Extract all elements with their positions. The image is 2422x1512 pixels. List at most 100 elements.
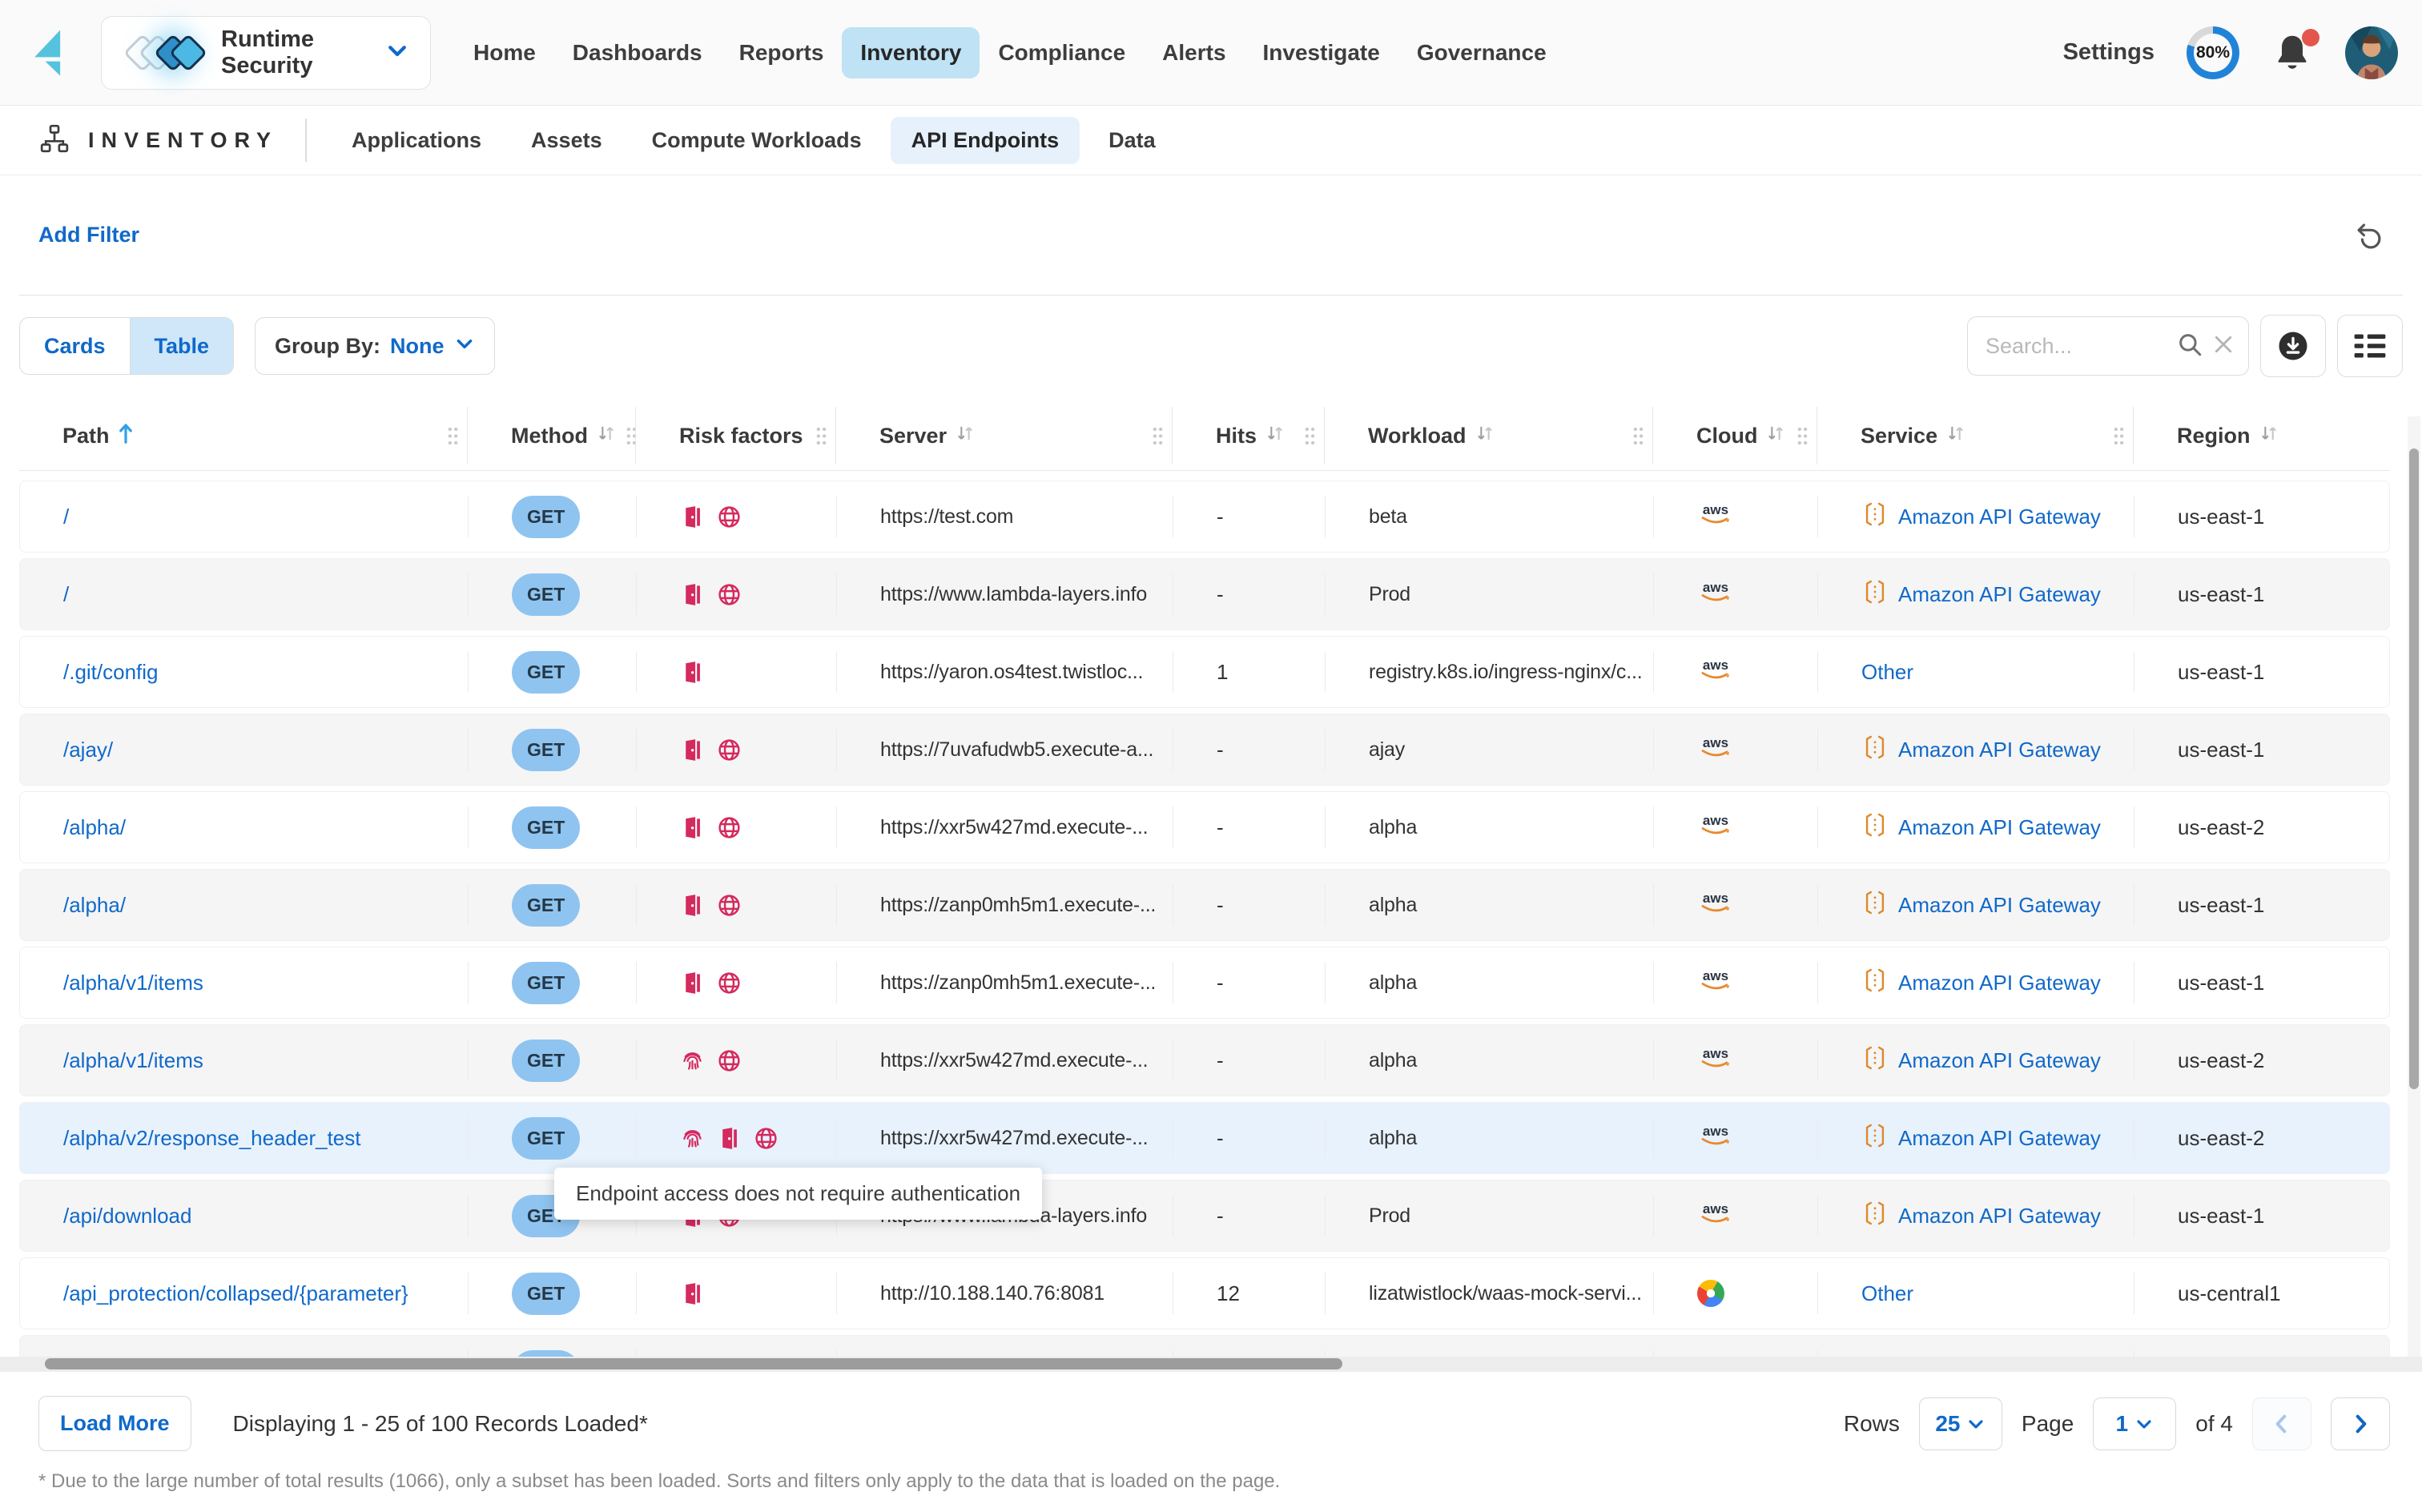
nav-item-compliance[interactable]: Compliance [980,27,1144,78]
page-select[interactable]: 1 [2093,1397,2176,1450]
path-link[interactable]: / [63,505,69,529]
globe-icon[interactable] [754,1126,778,1151]
table-row[interactable]: /api/download GET https://www.lambda-lay… [19,1180,2390,1252]
sort-icon[interactable] [1945,422,1966,450]
door-open-icon[interactable] [680,660,705,685]
service-link[interactable]: Amazon API Gateway [1898,893,2101,918]
column-header-method[interactable]: Method [468,401,636,470]
nav-item-alerts[interactable]: Alerts [1144,27,1244,78]
service-link[interactable]: Amazon API Gateway [1898,815,2101,840]
door-open-icon[interactable] [680,815,705,840]
service-link[interactable]: Amazon API Gateway [1898,738,2101,762]
path-link[interactable]: /alpha/ [63,893,126,918]
tab-applications[interactable]: Applications [331,117,502,164]
table-row[interactable]: / GET https://test.com - beta aws Amazon… [19,481,2390,553]
globe-icon[interactable] [717,738,742,762]
drag-dots-icon[interactable] [1303,425,1317,447]
sort-icon[interactable] [1265,422,1285,450]
globe-icon[interactable] [717,505,742,529]
reset-filters-icon[interactable] [2353,220,2384,251]
vertical-scrollbar[interactable] [2408,416,2420,1357]
credits-progress-ring[interactable]: 80% [2187,26,2239,79]
service-link[interactable]: Amazon API Gateway [1898,505,2101,529]
drag-dots-icon[interactable] [2112,425,2126,447]
group-by-dropdown[interactable]: Group By: None [255,317,495,375]
search-icon[interactable] [2176,331,2203,362]
drag-dots-icon[interactable] [815,425,828,447]
column-header-workload[interactable]: Workload [1325,401,1653,470]
vertical-scrollbar-thumb[interactable] [2409,448,2419,1089]
table-row[interactable]: /alpha/v2/response_header_test GET https… [19,1102,2390,1174]
search-input[interactable] [1985,334,2168,359]
door-open-icon[interactable] [680,582,705,607]
drag-dots-icon[interactable] [1151,425,1165,447]
nav-item-inventory[interactable]: Inventory [842,27,980,78]
globe-icon[interactable] [717,971,742,995]
nav-item-investigate[interactable]: Investigate [1245,27,1398,78]
path-link[interactable]: / [63,582,69,607]
manage-columns-button[interactable] [2337,315,2403,377]
table-row[interactable]: /api_protection/collapsed/{parameter} GE… [19,1257,2390,1329]
drag-dots-icon[interactable] [446,425,460,447]
load-more-button[interactable]: Load More [38,1396,191,1451]
notifications-bell-icon[interactable] [2271,32,2313,74]
path-link[interactable]: /api_protection/collapsed/{parameter} [63,1281,408,1306]
nav-item-governance[interactable]: Governance [1398,27,1565,78]
rows-per-page-select[interactable]: 25 [1919,1397,2002,1450]
service-link[interactable]: Amazon API Gateway [1898,1048,2101,1073]
sort-icon[interactable] [1765,422,1786,450]
view-option-table[interactable]: Table [130,318,234,374]
product-switcher[interactable]: Runtime Security [101,16,431,90]
horizontal-scrollbar-thumb[interactable] [45,1358,1342,1369]
nav-item-dashboards[interactable]: Dashboards [554,27,721,78]
column-header-risk-factors[interactable]: Risk factors [636,401,836,470]
add-filter-button[interactable]: Add Filter [38,223,139,247]
sort-icon[interactable] [1475,422,1495,450]
sort-icon[interactable] [955,422,976,450]
table-row[interactable]: /ajay/ GET https://7uvafudwb5.execute-a.… [19,714,2390,786]
download-button[interactable] [2260,315,2326,377]
service-link[interactable]: Amazon API Gateway [1898,1126,2101,1151]
user-avatar[interactable] [2345,26,2398,79]
fingerprint-icon[interactable] [680,1048,705,1073]
door-open-icon[interactable] [680,505,705,529]
column-header-path[interactable]: Path [19,401,468,470]
column-header-service[interactable]: Service [1817,401,2134,470]
path-link[interactable]: /alpha/ [63,815,126,840]
table-row[interactable]: /alpha/ GET https://zanp0mh5m1.execute-.… [19,869,2390,941]
tab-compute-workloads[interactable]: Compute Workloads [631,117,883,164]
door-open-icon[interactable] [680,971,705,995]
nav-item-reports[interactable]: Reports [721,27,843,78]
globe-icon[interactable] [717,1048,742,1073]
fingerprint-icon[interactable] [680,1126,705,1151]
door-open-icon[interactable] [680,1281,705,1306]
view-option-cards[interactable]: Cards [20,318,130,374]
table-row[interactable]: /api_protection/collapsed/{parameter} GE… [19,1335,2390,1357]
service-link[interactable]: Other [1861,660,1913,685]
path-link[interactable]: /ajay/ [63,738,113,762]
drag-dots-icon[interactable] [1631,425,1645,447]
nav-item-home[interactable]: Home [455,27,554,78]
previous-page-button[interactable] [2252,1397,2311,1450]
tab-data[interactable]: Data [1088,117,1177,164]
service-link[interactable]: Amazon API Gateway [1898,582,2101,607]
sort-icon[interactable] [2259,422,2279,450]
door-open-icon[interactable] [680,893,705,918]
path-link[interactable]: /alpha/v1/items [63,971,203,995]
globe-icon[interactable] [717,815,742,840]
horizontal-scrollbar[interactable] [0,1357,2422,1371]
path-link[interactable]: /alpha/v2/response_header_test [63,1126,361,1151]
tab-api-endpoints[interactable]: API Endpoints [891,117,1080,164]
service-link[interactable]: Amazon API Gateway [1898,1204,2101,1228]
globe-icon[interactable] [717,582,742,607]
door-open-icon[interactable] [717,1126,742,1151]
column-header-region[interactable]: Region [2134,401,2390,470]
column-header-hits[interactable]: Hits [1173,401,1325,470]
globe-icon[interactable] [717,893,742,918]
table-row[interactable]: /alpha/v1/items GET https://zanp0mh5m1.e… [19,947,2390,1019]
sort-asc-icon[interactable] [118,421,134,451]
column-header-cloud[interactable]: Cloud [1653,401,1817,470]
path-link[interactable]: /api/download [63,1204,191,1228]
next-page-button[interactable] [2331,1397,2390,1450]
door-open-icon[interactable] [680,738,705,762]
